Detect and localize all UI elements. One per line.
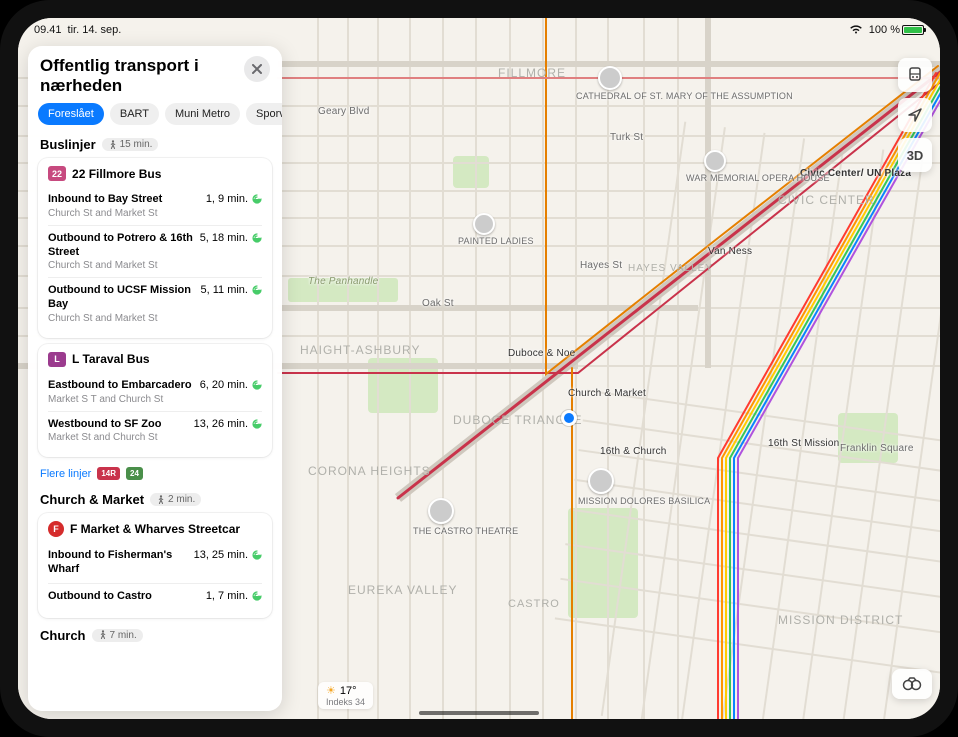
- direction-row[interactable]: Inbound to Fisherman's Wharf 13, 25 min.: [48, 543, 262, 583]
- direction-destination: Inbound to Fisherman's Wharf: [48, 549, 188, 577]
- lookaround-icon[interactable]: [892, 669, 932, 699]
- battery-percent: 100 %: [869, 24, 900, 36]
- arrival-time: 13, 25 min.: [194, 549, 262, 561]
- line-badge: 24: [126, 467, 143, 480]
- direction-stop: Market St and Church St: [48, 432, 188, 443]
- filter-pill-foreslået[interactable]: Foreslået: [38, 103, 104, 125]
- arrival-time: 5, 18 min.: [200, 232, 262, 244]
- poi-icon[interactable]: [473, 213, 495, 235]
- direction-destination: Westbound to SF Zoo: [48, 418, 188, 432]
- weather-temp: 17°: [340, 685, 357, 697]
- weather-chip[interactable]: ☀ 17° Indeks 34: [318, 682, 373, 709]
- direction-destination: Outbound to Castro: [48, 590, 200, 604]
- line-badge: L: [48, 352, 66, 367]
- line-badge: F: [48, 521, 64, 537]
- line-title: 22 Fillmore Bus: [72, 167, 161, 181]
- map-3d-toggle[interactable]: 3D: [898, 138, 932, 172]
- direction-stop: Church St and Market St: [48, 208, 200, 219]
- user-location-icon: [561, 410, 577, 426]
- arrival-time: 1, 7 min.: [206, 590, 262, 602]
- direction-destination: Outbound to Potrero & 16th Street: [48, 232, 194, 260]
- poi-icon[interactable]: [588, 468, 614, 494]
- walk-time-chip: 15 min.: [102, 138, 159, 151]
- transit-panel: Offentlig transport i nærheden Foreslået…: [28, 46, 282, 711]
- panel-title: Offentlig transport i nærheden: [40, 56, 244, 95]
- walk-time-chip: 2 min.: [150, 493, 201, 506]
- status-time: 09.41: [34, 24, 62, 36]
- line-title: L Taraval Bus: [72, 352, 150, 366]
- locate-icon[interactable]: [898, 98, 932, 132]
- line-badge: 22: [48, 166, 66, 181]
- close-button[interactable]: [244, 56, 270, 82]
- direction-row[interactable]: Eastbound to EmbarcaderoMarket S T and C…: [48, 373, 262, 411]
- direction-row[interactable]: Outbound to UCSF Mission BayChurch St an…: [48, 277, 262, 330]
- direction-destination: Inbound to Bay Street: [48, 193, 200, 207]
- direction-stop: Church St and Market St: [48, 260, 194, 271]
- transit-line-card: 2222 Fillmore BusInbound to Bay StreetCh…: [38, 158, 272, 338]
- close-icon: [252, 64, 262, 74]
- line-title: F Market & Wharves Streetcar: [70, 522, 240, 536]
- transit-line-card: F F Market & Wharves Streetcar Inbound to …: [38, 513, 272, 617]
- transit-line-card: LL Taraval BusEastbound to EmbarcaderoMa…: [38, 344, 272, 458]
- line-badge: 14R: [97, 467, 120, 480]
- direction-stop: Church St and Market St: [48, 313, 195, 324]
- section-title: Church & Market: [40, 492, 144, 507]
- direction-stop: Market S T and Church St: [48, 394, 194, 405]
- direction-destination: Eastbound to Embarcadero: [48, 379, 194, 393]
- section-title: Church: [40, 628, 86, 643]
- direction-row[interactable]: Outbound to Potrero & 16th StreetChurch …: [48, 225, 262, 278]
- arrival-time: 5, 11 min.: [201, 284, 263, 296]
- status-bar: 09.41 tir. 14. sep. 100 %: [18, 18, 940, 40]
- home-indicator[interactable]: [419, 711, 539, 715]
- direction-row[interactable]: Westbound to SF ZooMarket St and Church …: [48, 411, 262, 450]
- poi-icon[interactable]: [704, 150, 726, 172]
- arrival-time: 1, 9 min.: [206, 193, 262, 205]
- transit-icon[interactable]: [898, 58, 932, 92]
- direction-row[interactable]: Outbound to Castro 1, 7 min.: [48, 583, 262, 610]
- weather-aqi: Indeks 34: [326, 697, 365, 707]
- direction-row[interactable]: Inbound to Bay StreetChurch St and Marke…: [48, 187, 262, 225]
- section-title: Buslinjer: [40, 137, 96, 152]
- filter-pill-sporvogn[interactable]: Sporvogn: [246, 103, 282, 125]
- poi-icon[interactable]: [428, 498, 454, 524]
- status-date: tir. 14. sep.: [68, 24, 122, 36]
- arrival-time: 13, 26 min.: [194, 418, 262, 430]
- poi-icon[interactable]: [598, 66, 622, 90]
- walk-time-chip: 7 min.: [92, 629, 143, 642]
- filter-pill-bart[interactable]: BART: [110, 103, 159, 125]
- direction-destination: Outbound to UCSF Mission Bay: [48, 284, 195, 312]
- battery-icon: 100 %: [869, 24, 924, 36]
- arrival-time: 6, 20 min.: [200, 379, 262, 391]
- sun-icon: ☀: [326, 684, 336, 697]
- filter-pill-muni metro[interactable]: Muni Metro: [165, 103, 240, 125]
- more-lines-button[interactable]: Flere linjer14R24: [28, 463, 282, 488]
- wifi-icon: [849, 24, 863, 37]
